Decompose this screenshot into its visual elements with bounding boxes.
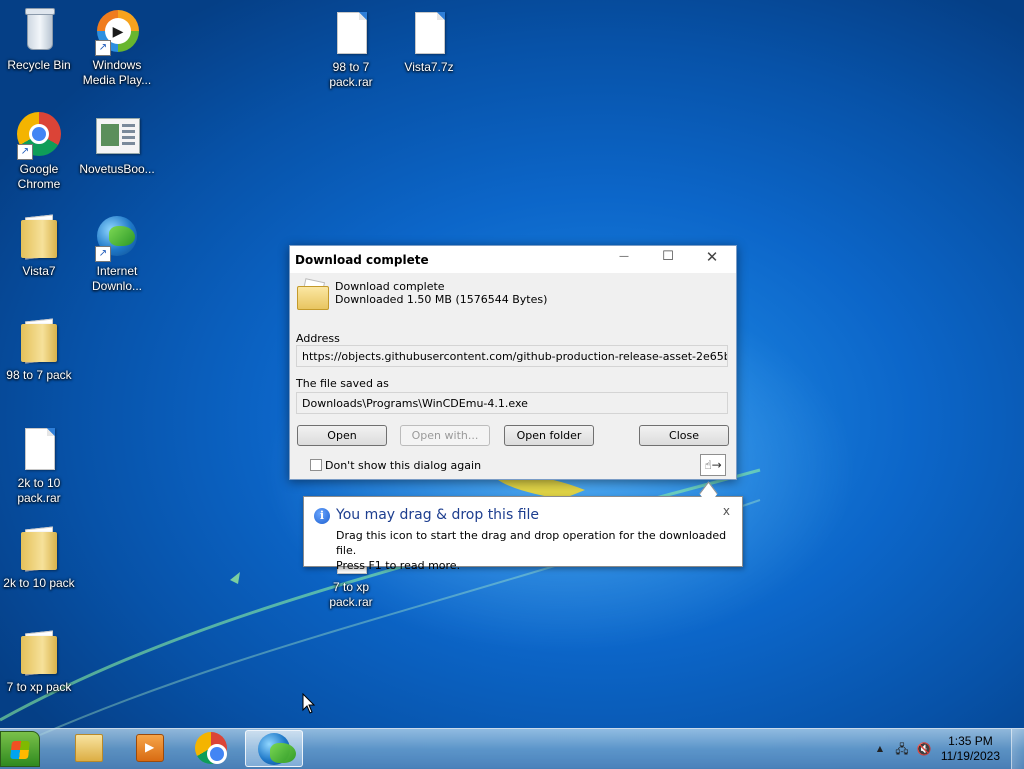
tooltip-line-2: Press F1 to read more. (336, 559, 461, 572)
desktop-icon-7-to-xp-pack-folder[interactable]: 7 to xp pack (0, 630, 78, 695)
recycle-bin-icon (25, 8, 55, 50)
tooltip-title: You may drag & drop this file (336, 507, 540, 523)
desktop-icon-2k-to-10-pack-folder[interactable]: 2k to 10 pack (0, 526, 78, 591)
desktop-icon-98-to-7-pack-folder[interactable]: 98 to 7 pack (0, 318, 78, 383)
tooltip-body: Drag this icon to start the drag and dro… (336, 528, 742, 573)
status-detail: Downloaded 1.50 MB (1576544 Bytes) (335, 293, 548, 306)
shortcut-arrow-icon: ↗ (95, 246, 111, 262)
minimize-button[interactable]: — (602, 246, 646, 270)
drag-drop-tooltip: i You may drag & drop this file Drag thi… (303, 481, 743, 572)
saved-as-field[interactable]: Downloads\Programs\WinCDEmu-4.1.exe (296, 392, 728, 414)
desktop-icon-windows-media-player[interactable]: ↗ Windows Media Play... (78, 8, 156, 88)
mouse-cursor-icon (302, 693, 316, 714)
tooltip-tail (699, 481, 718, 506)
open-folder-button[interactable]: Open folder (504, 425, 594, 446)
taskbar-explorer[interactable] (60, 730, 118, 767)
start-button[interactable] (0, 731, 40, 767)
dialog-title: Download complete (295, 253, 429, 267)
status-heading: Download complete (335, 280, 445, 293)
tooltip-close-icon[interactable]: x (723, 504, 730, 518)
network-icon[interactable]: 🖧 (894, 741, 910, 757)
download-complete-dialog: Download complete — ☐ ✕ Download complet… (289, 245, 737, 480)
tray-overflow-arrow-icon[interactable]: ▲ (872, 741, 888, 757)
desktop-icon-vista7-folder[interactable]: Vista7 (0, 214, 78, 279)
desktop-icon-vista7-7z[interactable]: Vista7.7z (390, 10, 468, 75)
system-tray: ▲ 🖧 🔇 1:35 PM 11/19/2023 (864, 729, 1024, 769)
taskbar: ▲ 🖧 🔇 1:35 PM 11/19/2023 (0, 728, 1024, 769)
desktop-icon-google-chrome[interactable]: ↗ Google Chrome (0, 112, 78, 192)
volume-muted-icon[interactable]: 🔇 (916, 741, 932, 757)
desktop-icon-2k-to-10-pack-rar[interactable]: 2k to 10 pack.rar (0, 426, 78, 506)
desktop-icon-internet-download-manager[interactable]: ↗ Internet Downlo... (78, 214, 156, 294)
clock-date: 11/19/2023 (940, 749, 1000, 763)
desktop-icon-98-to-7-pack-rar[interactable]: 98 to 7 pack.rar (312, 10, 390, 90)
info-icon: i (314, 508, 330, 524)
address-label: Address (296, 332, 340, 345)
close-window-button[interactable]: ✕ (690, 246, 734, 270)
open-with-button[interactable]: Open with... (400, 425, 490, 446)
folder-icon (21, 220, 57, 258)
shortcut-arrow-icon: ↗ (17, 144, 33, 160)
maximize-button[interactable]: ☐ (646, 246, 690, 270)
address-field[interactable]: https://objects.githubusercontent.com/gi… (296, 345, 728, 367)
clock[interactable]: 1:35 PM 11/19/2023 (941, 734, 1000, 764)
windows-explorer-icon (75, 734, 103, 762)
folder-icon (21, 324, 57, 362)
desktop-icon-novetus[interactable]: NovetusBoo... (78, 112, 156, 177)
shortcut-arrow-icon: ↗ (95, 40, 111, 56)
novetus-icon (96, 118, 140, 154)
taskbar-media-player[interactable] (121, 730, 179, 767)
dialog-titlebar[interactable]: Download complete — ☐ ✕ (290, 246, 736, 273)
taskbar-chrome[interactable] (183, 730, 241, 767)
download-folder-icon (297, 278, 329, 310)
clock-time: 1:35 PM (948, 734, 993, 748)
rar-file-icon (337, 12, 367, 54)
rar-file-icon (25, 428, 55, 470)
7z-file-icon (415, 12, 445, 54)
chrome-icon (195, 732, 227, 764)
folder-icon (21, 532, 57, 570)
windows-media-player-icon (136, 734, 164, 762)
dont-show-checkbox[interactable] (310, 459, 322, 471)
show-desktop-button[interactable] (1011, 729, 1024, 769)
drag-drop-hand-icon[interactable]: ☝→ (700, 454, 726, 476)
open-button[interactable]: Open (297, 425, 387, 446)
folder-icon (21, 636, 57, 674)
tooltip-line-1: Drag this icon to start the drag and dro… (336, 529, 727, 557)
windows-logo-icon (10, 741, 30, 759)
taskbar-internet-download-manager[interactable] (245, 730, 303, 767)
dont-show-label: Don't show this dialog again (325, 459, 482, 472)
close-button[interactable]: Close (639, 425, 729, 446)
internet-download-manager-icon (258, 733, 296, 765)
saved-as-label: The file saved as (296, 377, 389, 390)
desktop-icon-recycle-bin[interactable]: Recycle Bin (0, 8, 78, 73)
